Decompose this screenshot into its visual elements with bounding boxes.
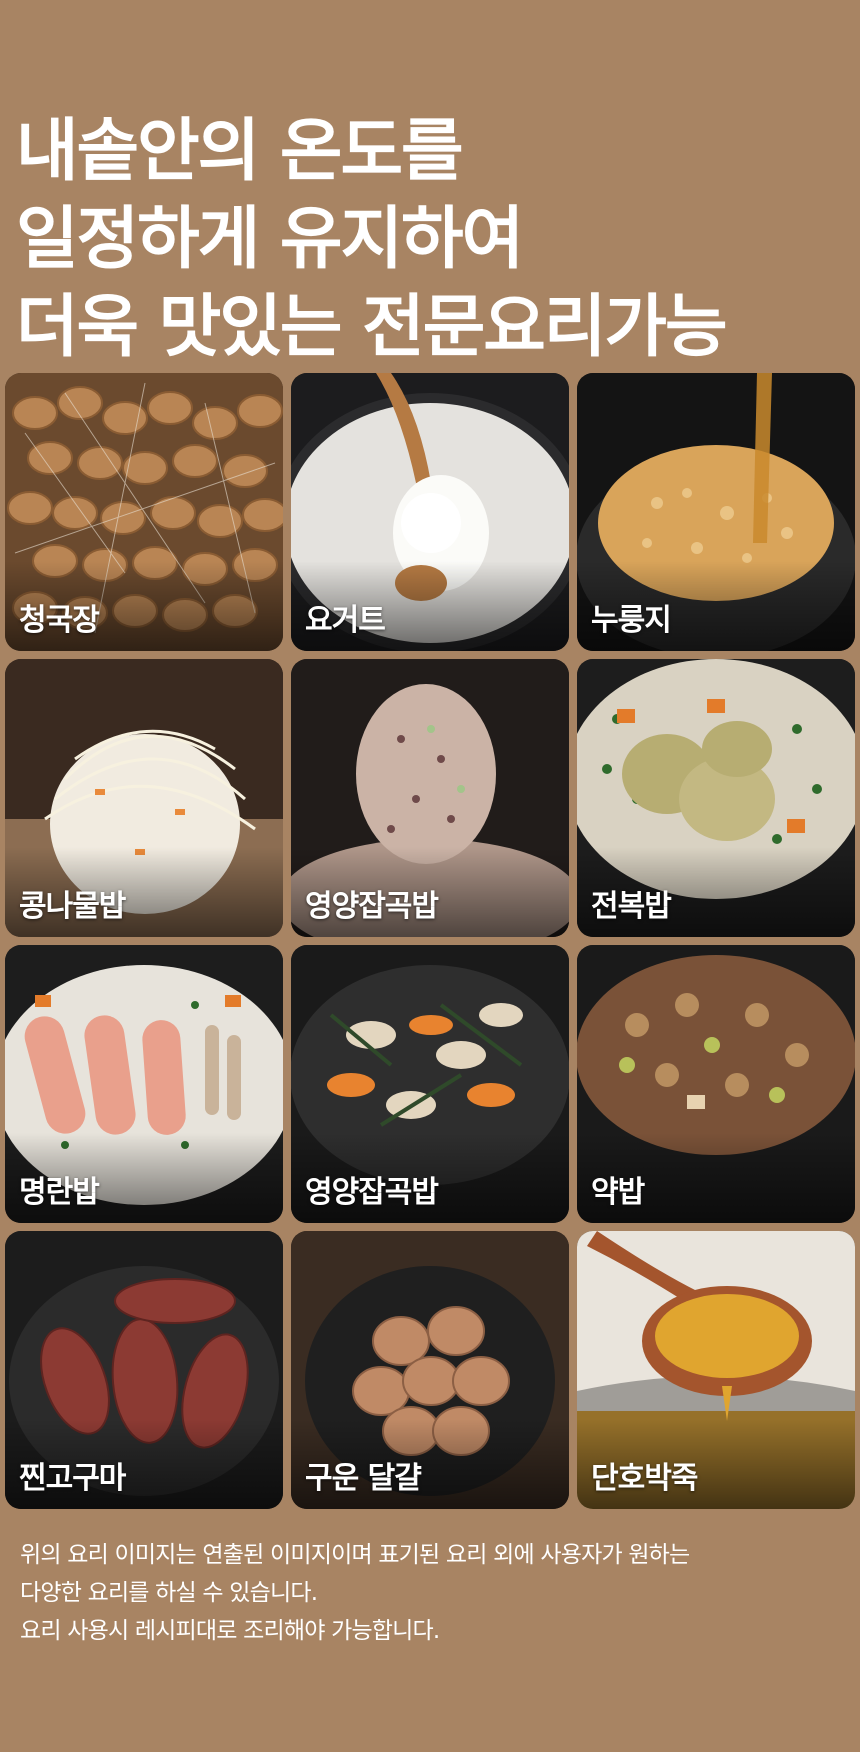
dish-tile-sweet-potato: 찐고구마	[5, 1231, 283, 1509]
disclaimer-line-3: 요리 사용시 레시피대로 조리해야 가능합니다.	[20, 1618, 440, 1644]
disclaimer-notice: 위의 요리 이미지는 연출된 이미지이며 표기된 요리 외에 사용자가 원하는 …	[20, 1536, 850, 1650]
dish-tile-jeonbok-bap: 전복밥	[577, 659, 855, 937]
dish-tile-yakbap: 약밥	[577, 945, 855, 1223]
dish-label: 요거트	[305, 603, 386, 638]
dish-label: 명란밥	[19, 1175, 100, 1210]
disclaimer-line-1: 위의 요리 이미지는 연출된 이미지이며 표기된 요리 외에 사용자가 원하는	[20, 1542, 690, 1568]
dish-tile-grain-rice-2: 영양잡곡밥	[291, 945, 569, 1223]
dish-tile-myeongran-bap: 명란밥	[5, 945, 283, 1223]
headline-line-3: 더욱 맛있는 전문요리가능	[16, 288, 728, 367]
headline-line-1: 내솥안의 온도를	[16, 112, 464, 191]
dish-tile-nurungji: 누룽지	[577, 373, 855, 651]
dish-label: 영양잡곡밥	[305, 1175, 439, 1210]
dish-grid: 청국장 요거트 누룽지 콩나물밥 영양잡곡밥 전복밥 명란밥 영양잡곡밥 약밥 …	[5, 373, 855, 1509]
dish-label: 콩나물밥	[19, 889, 126, 924]
dish-label: 영양잡곡밥	[305, 889, 439, 924]
disclaimer-line-2: 다양한 요리를 하실 수 있습니다.	[20, 1580, 318, 1606]
dish-tile-baked-egg: 구운 달걀	[291, 1231, 569, 1509]
headline-line-2: 일정하게 유지하여	[16, 200, 524, 279]
dish-tile-cheonggukjang: 청국장	[5, 373, 283, 651]
dish-tile-yogurt: 요거트	[291, 373, 569, 651]
dish-tile-kongnamul-bap: 콩나물밥	[5, 659, 283, 937]
dish-label: 청국장	[19, 603, 100, 638]
dish-label: 찐고구마	[19, 1461, 126, 1496]
dish-tile-pumpkin-porridge: 단호박죽	[577, 1231, 855, 1509]
dish-label: 누룽지	[591, 603, 672, 638]
headline: 내솥안의 온도를 일정하게 유지하여 더욱 맛있는 전문요리가능	[16, 108, 846, 372]
dish-label: 약밥	[591, 1175, 645, 1210]
dish-label: 전복밥	[591, 889, 672, 924]
dish-label: 단호박죽	[591, 1461, 698, 1496]
dish-tile-grain-rice-1: 영양잡곡밥	[291, 659, 569, 937]
dish-label: 구운 달걀	[305, 1461, 422, 1496]
